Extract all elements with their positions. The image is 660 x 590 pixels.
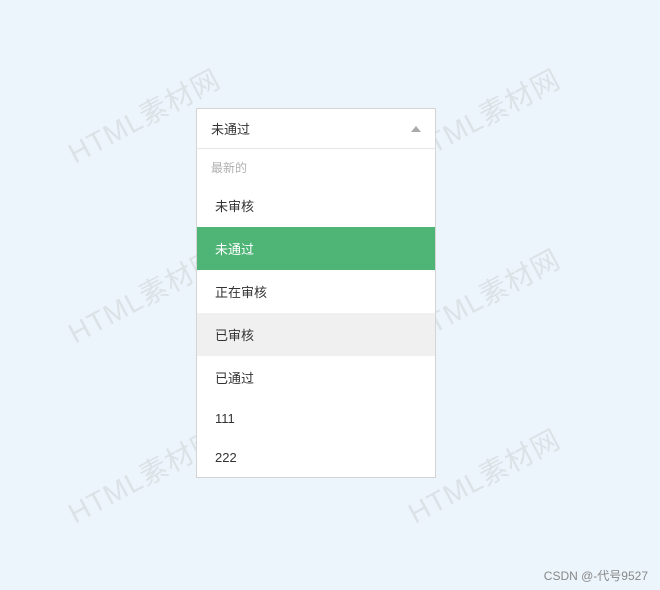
attribution-text: CSDN @-代号9527 <box>544 567 648 584</box>
select-selected-value: 未通过 <box>211 119 250 138</box>
select-option[interactable]: 未审核 <box>197 184 435 227</box>
select-option[interactable]: 222 <box>197 438 435 477</box>
select-option[interactable]: 111 <box>197 399 435 438</box>
select-option[interactable]: 已通过 <box>197 356 435 399</box>
select-option[interactable]: 未通过 <box>197 227 435 270</box>
option-group-label: 最新的 <box>197 149 435 184</box>
select-selected-display[interactable]: 未通过 <box>197 109 435 148</box>
select-dropdown[interactable]: 未通过 <box>196 108 436 149</box>
select-options-scroll[interactable]: 最新的 未审核 未通过 正在审核 已审核 已通过 111 222 <box>197 149 435 477</box>
select-options-panel: 最新的 未审核 未通过 正在审核 已审核 已通过 111 222 <box>196 148 436 478</box>
select-option[interactable]: 已审核 <box>197 313 435 356</box>
select-option[interactable]: 正在审核 <box>197 270 435 313</box>
caret-up-icon <box>411 126 421 132</box>
